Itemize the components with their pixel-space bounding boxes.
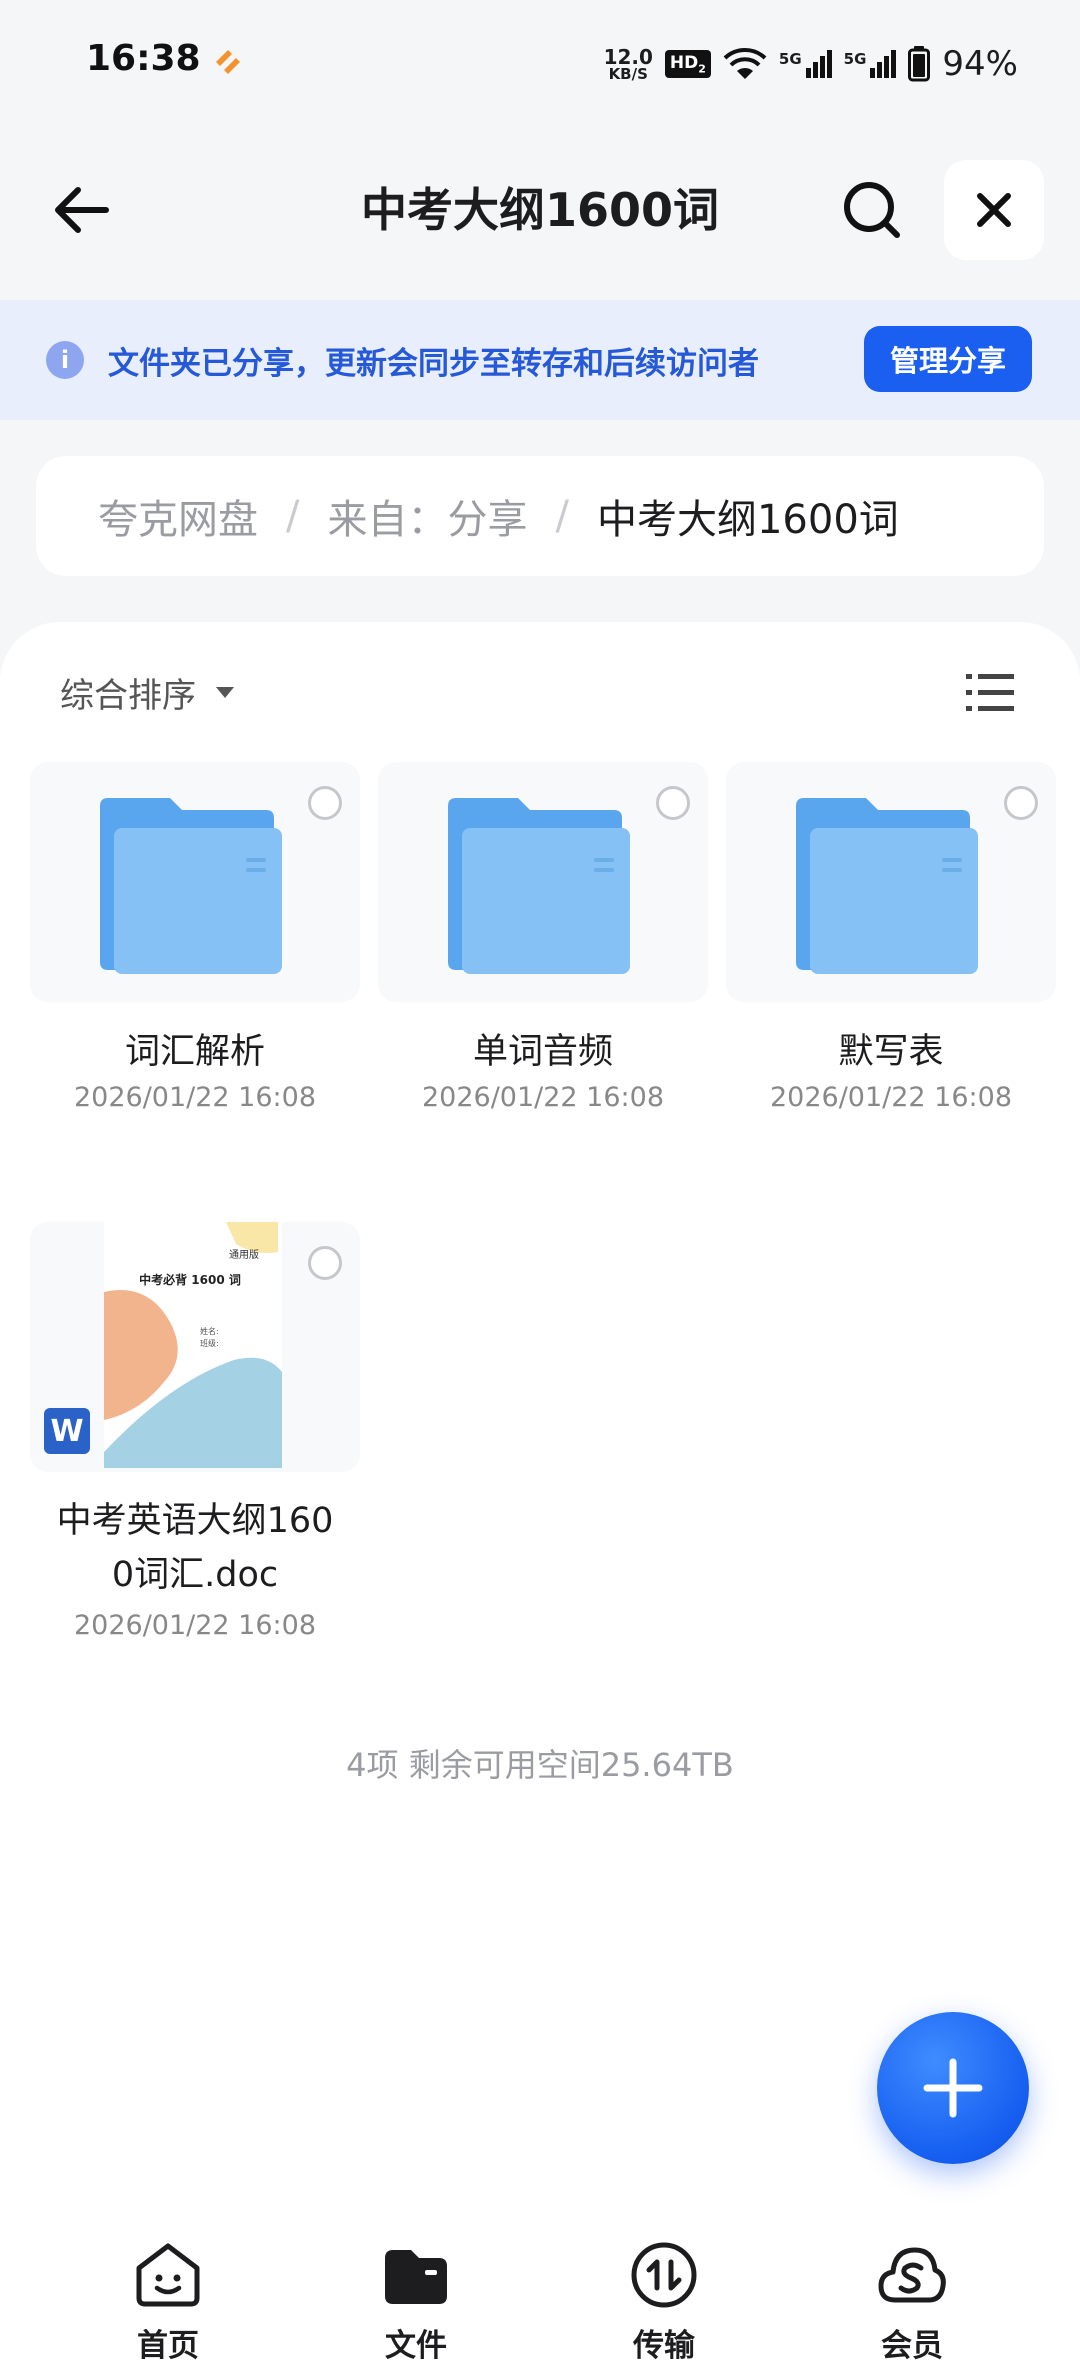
network-speed: 12.0 KB/S (603, 44, 653, 83)
svg-text:班级:: 班级: (200, 1338, 219, 1348)
select-checkbox[interactable] (1004, 786, 1038, 820)
breadcrumb-separator: / (286, 493, 300, 539)
status-time: 16:38 (86, 38, 201, 79)
hd-voice-badge: HD2 (664, 49, 711, 79)
share-banner-text: 文件夹已分享，更新会同步至转存和后续访问者 (108, 345, 759, 382)
folder-thumbnail (726, 762, 1056, 1002)
page-title: 中考大纲1600词 (360, 183, 720, 237)
signal-strength-2-icon: 5G (844, 50, 897, 78)
svg-text:中考必背 1600 词: 中考必背 1600 词 (139, 1272, 241, 1287)
tab-files[interactable]: 文件 (346, 2240, 486, 2364)
select-checkbox[interactable] (656, 786, 690, 820)
sort-label: 综合排序 (60, 676, 196, 716)
svg-text:姓名:: 姓名: (200, 1326, 219, 1336)
status-indicators: 12.0 KB/S HD2 5G 5G 94% (604, 38, 1018, 90)
file-date: 2026/01/22 16:08 (73, 1610, 316, 1641)
share-banner: i 文件夹已分享，更新会同步至转存和后续访问者 管理分享 (0, 300, 1080, 420)
folder-thumbnail (378, 762, 708, 1002)
cloud-member-icon (878, 2247, 946, 2303)
caret-down-icon (216, 687, 234, 698)
tab-label: 传输 (633, 2328, 695, 2364)
file-date: 2026/01/22 16:08 (73, 1082, 316, 1113)
tab-member[interactable]: 会员 (842, 2240, 982, 2364)
file-date: 2026/01/22 16:08 (421, 1082, 664, 1113)
file-date: 2026/01/22 16:08 (769, 1082, 1012, 1113)
manage-share-button[interactable]: 管理分享 (864, 326, 1032, 392)
document-thumbnail: 通用版 中考必背 1600 词 姓名: 班级: W (30, 1222, 360, 1472)
select-checkbox[interactable] (308, 786, 342, 820)
add-button[interactable] (877, 2012, 1029, 2164)
file-name: 单词音频 (472, 1032, 613, 1072)
close-icon (977, 193, 1011, 227)
battery-icon (908, 46, 931, 82)
info-icon: i (46, 341, 84, 379)
tab-label: 会员 (881, 2328, 943, 2364)
tab-transfer[interactable]: 传输 (594, 2240, 734, 2364)
arrow-left-icon (55, 187, 109, 233)
breadcrumb-item-current: 中考大纲1600词 (596, 497, 899, 543)
search-button[interactable] (838, 176, 906, 244)
signal-strength-1-icon: 5G (779, 50, 832, 78)
file-name: 中考英语大纲160 0词汇.doc (56, 1501, 334, 1595)
tab-label: 文件 (385, 2328, 447, 2364)
tab-label: 首页 (137, 2328, 199, 2364)
breadcrumb-item-shared[interactable]: 来自：分享 (327, 487, 527, 545)
notification-app-icon (216, 50, 240, 74)
list-view-toggle-icon[interactable] (966, 672, 1014, 714)
storage-summary: 4项 剩余可用空间25.64TB (346, 1746, 734, 1784)
folder-filled-icon (385, 2250, 447, 2304)
folder-item-dictation-sheet[interactable]: 默写表 2026/01/22 16:08 (726, 762, 1056, 1113)
folder-thumbnail (30, 762, 360, 1002)
search-icon (844, 182, 900, 238)
svg-text:通用版: 通用版 (229, 1248, 259, 1261)
wifi-icon (723, 48, 767, 79)
folder-item-word-audio[interactable]: 单词音频 2026/01/22 16:08 (378, 762, 708, 1113)
battery-percent: 94% (942, 44, 1018, 84)
breadcrumb: 夸克网盘 / 来自：分享 / 中考大纲1600词 (36, 456, 1044, 576)
back-button[interactable] (48, 178, 112, 242)
tab-home[interactable]: 首页 (98, 2240, 238, 2364)
home-face-icon (136, 2243, 200, 2307)
close-button[interactable] (944, 160, 1044, 260)
file-name: 默写表 (838, 1032, 944, 1072)
folder-item-vocab-analysis[interactable]: 词汇解析 2026/01/22 16:08 (30, 762, 360, 1113)
word-file-icon: W (44, 1408, 90, 1454)
breadcrumb-item-root[interactable]: 夸克网盘 (98, 487, 258, 545)
transfer-icon (631, 2242, 697, 2308)
sort-dropdown[interactable]: 综合排序 (60, 668, 234, 717)
select-checkbox[interactable] (308, 1246, 342, 1280)
breadcrumb-separator: / (555, 493, 569, 539)
plus-icon (923, 2058, 983, 2118)
file-item-doc[interactable]: 通用版 中考必背 1600 词 姓名: 班级: W 中考英语大纲160 0词汇.… (30, 1222, 360, 1642)
file-name: 词汇解析 (124, 1032, 265, 1072)
